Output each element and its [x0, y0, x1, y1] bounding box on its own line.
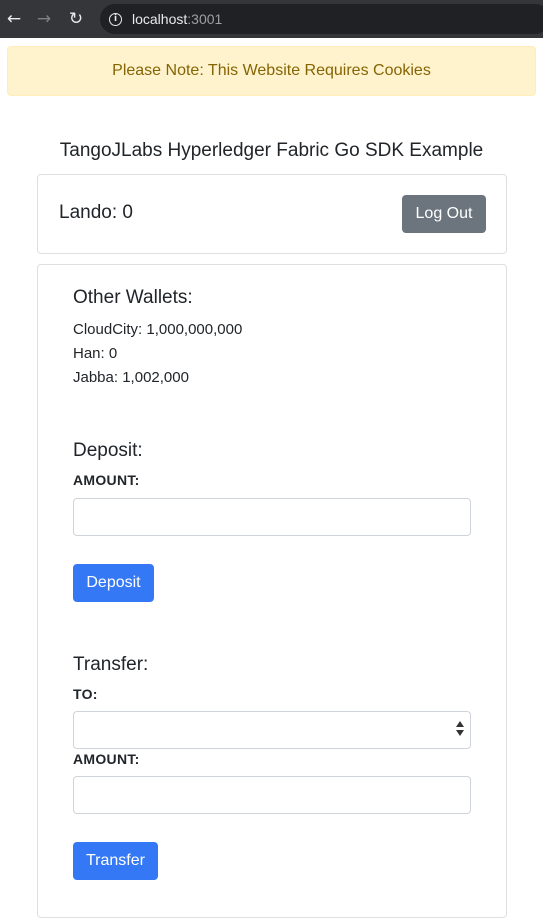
transfer-to-label: TO: [73, 686, 98, 702]
wallet-item: CloudCity: 1,000,000,000 [73, 321, 243, 338]
user-card: Lando: 0 Log Out [37, 174, 507, 254]
logout-button[interactable]: Log Out [402, 195, 486, 233]
deposit-amount-input[interactable] [73, 498, 471, 536]
forward-arrow-icon[interactable]: → [31, 0, 57, 38]
address-url[interactable]: localhost:3001 [132, 11, 222, 27]
user-name: Lando [59, 202, 112, 223]
transfer-amount-input[interactable] [73, 776, 471, 814]
address-bar[interactable]: i localhost:3001 [100, 4, 543, 34]
wallet-item: Jabba: 1,002,000 [73, 369, 189, 386]
user-balance-value: 0 [122, 202, 133, 223]
transfer-to-select[interactable] [73, 711, 471, 749]
cookie-alert-text: Please Note: This Website Requires Cooki… [112, 62, 431, 79]
deposit-button[interactable]: Deposit [73, 564, 154, 602]
transfer-button[interactable]: Transfer [73, 842, 158, 880]
transfer-amount-label: AMOUNT: [73, 751, 140, 767]
other-wallets-heading: Other Wallets: [73, 287, 193, 308]
wallet-card: Other Wallets: CloudCity: 1,000,000,000 … [37, 264, 507, 918]
transfer-heading: Transfer: [73, 654, 149, 675]
deposit-heading: Deposit: [73, 440, 143, 461]
info-icon[interactable]: i [109, 12, 122, 26]
wallet-item: Han: 0 [73, 345, 118, 362]
user-balance: Lando: 0 [59, 202, 133, 223]
reload-icon[interactable]: ↻ [63, 0, 89, 38]
deposit-amount-label: AMOUNT: [73, 472, 140, 488]
browser-toolbar: ← → ↻ i localhost:3001 [0, 0, 543, 38]
back-arrow-icon[interactable]: ← [1, 0, 27, 38]
page-title: TangoJLabs Hyperledger Fabric Go SDK Exa… [59, 140, 484, 161]
url-port: :3001 [187, 11, 223, 27]
cookie-alert: Please Note: This Website Requires Cooki… [7, 46, 536, 96]
select-arrows-icon [455, 721, 465, 736]
url-host: localhost [132, 11, 188, 27]
